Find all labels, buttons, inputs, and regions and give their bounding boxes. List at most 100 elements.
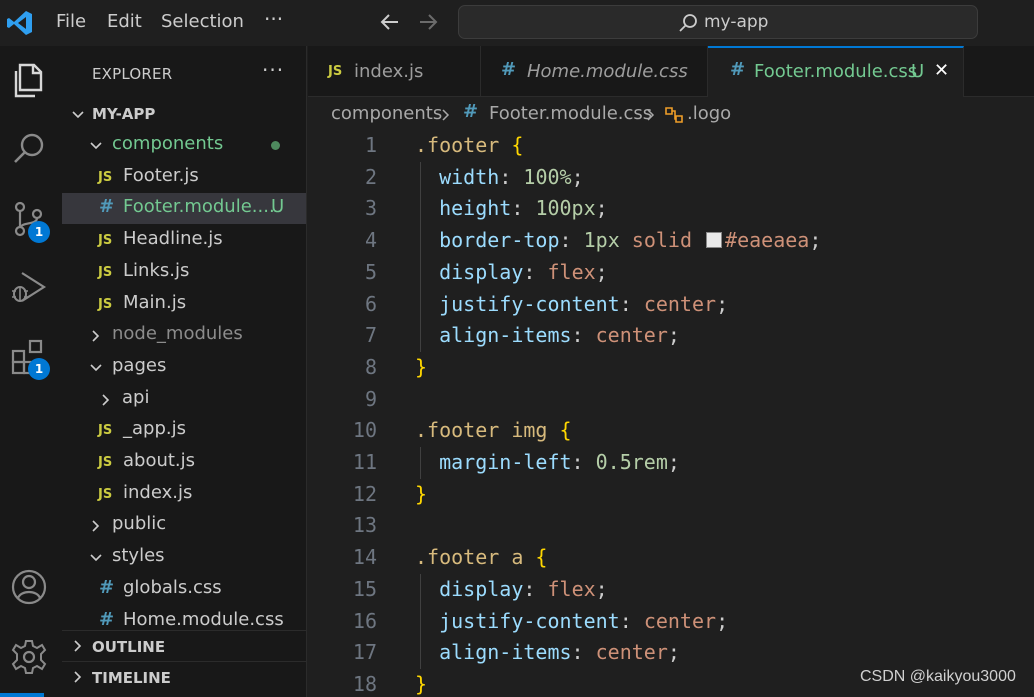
workspace-root[interactable]: MY-APP: [62, 99, 306, 130]
tree-item[interactable]: JS Headline.js: [62, 225, 306, 256]
tree-item[interactable]: # Footer.module.... U: [62, 193, 306, 225]
code-text: display: flex;: [439, 576, 608, 601]
outline-section[interactable]: OUTLINE: [62, 630, 306, 661]
tree-item[interactable]: node_modules: [62, 320, 306, 351]
close-tab-icon[interactable]: ✕: [934, 60, 949, 81]
tab-index-js[interactable]: JS index.js: [308, 46, 481, 97]
account-icon[interactable]: [8, 566, 50, 608]
tree-item[interactable]: api: [62, 384, 306, 415]
run-debug-icon[interactable]: [8, 267, 50, 309]
extensions-badge: 1: [28, 358, 50, 380]
js-file-icon: JS: [328, 64, 343, 79]
explorer-icon[interactable]: [8, 59, 50, 101]
tree-item[interactable]: JS Main.js: [62, 289, 306, 320]
code-line: 2 width: 100%;: [308, 164, 1034, 196]
tree-item[interactable]: JS index.js: [62, 479, 306, 510]
code-text: }: [415, 481, 428, 506]
chevron-down-icon: [72, 111, 84, 119]
tree-item[interactable]: pages: [62, 352, 306, 383]
code-text: align-items: center;: [439, 640, 680, 665]
code-text: height: 100px;: [439, 196, 608, 221]
menu-file[interactable]: File: [56, 11, 86, 32]
line-number: 9: [364, 386, 377, 411]
code-line: 16 justify-content: center;: [308, 608, 1034, 640]
js-file-icon: JS: [98, 264, 113, 280]
line-number: 12: [352, 481, 377, 506]
tree-item[interactable]: public: [62, 510, 306, 541]
search-text: my-app: [704, 12, 769, 32]
code-line: 12}: [308, 481, 1034, 513]
code-line: 1 .footer {: [308, 132, 1034, 164]
search-activity-icon[interactable]: [8, 128, 50, 170]
tree-item-label: Footer.js: [123, 164, 199, 186]
line-number: 6: [364, 291, 377, 316]
line-number: 14: [352, 545, 377, 570]
tree-item-label: Links.js: [123, 259, 190, 281]
tab-label: Home.module.css: [527, 61, 688, 82]
tree-item[interactable]: JS _app.js: [62, 415, 306, 446]
untracked-status: U: [911, 61, 925, 82]
chevron-right-icon: [92, 520, 100, 532]
css-file-icon: #: [99, 196, 115, 218]
color-swatch[interactable]: [706, 232, 723, 249]
code-line: 11 margin-left: 0.5rem;: [308, 449, 1034, 481]
line-number: 16: [352, 608, 377, 633]
line-number: 3: [364, 196, 377, 221]
breadcrumb-folder[interactable]: components: [331, 103, 442, 124]
code-line: 15 display: flex;: [308, 576, 1034, 608]
chevron-right-icon: [442, 109, 450, 121]
tree-item[interactable]: JS Footer.js: [62, 162, 306, 193]
timeline-section[interactable]: TIMELINE: [62, 661, 306, 692]
tree-item-label: components: [112, 133, 224, 154]
explorer-sidebar: EXPLORER ··· MY-APP components JS Footer.j…: [62, 46, 307, 697]
tree-item[interactable]: components: [62, 130, 306, 161]
code-line: 8}: [308, 354, 1034, 386]
tab-home-module-css[interactable]: # Home.module.css: [481, 46, 708, 97]
untracked-status: U: [271, 196, 285, 218]
code-editor[interactable]: 1 .footer { 2 width: 100%; 3 height: 100px;…: [308, 132, 1034, 697]
code-line: 3 height: 100px;: [308, 195, 1034, 227]
editor-tab-bar: JS index.js # Home.module.css # Footer.m…: [308, 46, 1034, 97]
tree-item[interactable]: JS Links.js: [62, 257, 306, 288]
breadcrumb-symbol[interactable]: .logo: [687, 103, 731, 124]
tree-item-label: about.js: [123, 450, 196, 471]
line-number: 18: [352, 671, 377, 696]
tree-item[interactable]: styles: [62, 542, 306, 573]
breadcrumb-file[interactable]: Footer.module.css: [489, 103, 652, 124]
menu-edit[interactable]: Edit: [107, 11, 142, 32]
line-number: 8: [364, 354, 377, 379]
chevron-right-icon: [74, 640, 82, 652]
tree-item[interactable]: # globals.css: [62, 574, 306, 605]
tab-label: Footer.module.css: [754, 61, 918, 82]
activity-bar: 1 1: [0, 46, 62, 697]
code-line: 10 .footer img {: [308, 417, 1034, 449]
js-file-icon: JS: [98, 455, 113, 470]
line-number: 1: [364, 133, 377, 157]
line-number: 2: [364, 164, 377, 189]
title-bar: File Edit Selection ··· my-app: [0, 0, 1034, 46]
tab-footer-module-css[interactable]: # Footer.module.css U ✕: [708, 46, 964, 97]
settings-gear-icon[interactable]: [8, 636, 50, 678]
menu-more-icon[interactable]: ···: [264, 7, 283, 31]
chevron-down-icon: [90, 364, 102, 372]
js-file-icon: JS: [98, 233, 113, 249]
back-arrow-icon[interactable]: [378, 10, 402, 34]
chevron-right-icon: [92, 330, 100, 342]
vscode-logo-icon[interactable]: [6, 9, 34, 37]
js-file-icon: JS: [98, 423, 113, 439]
explorer-more-icon[interactable]: ···: [262, 58, 284, 82]
css-file-icon: #: [730, 59, 746, 80]
code-line: 7 align-items: center;: [308, 322, 1034, 354]
code-text: }: [415, 671, 428, 696]
code-text: .footer {: [415, 133, 524, 157]
code-text: justify-content: center;: [439, 291, 729, 316]
command-center-search[interactable]: my-app: [458, 5, 978, 39]
tree-item[interactable]: JS about.js: [62, 447, 306, 478]
forward-arrow-icon[interactable]: [416, 10, 440, 34]
code-line: 9: [308, 386, 1034, 418]
status-bar-remote[interactable]: [0, 693, 44, 697]
workspace-root-label: MY-APP: [92, 105, 156, 123]
menu-selection[interactable]: Selection: [161, 11, 244, 32]
modified-dot: [271, 141, 280, 150]
tree-item-label: Main.js: [123, 291, 187, 313]
